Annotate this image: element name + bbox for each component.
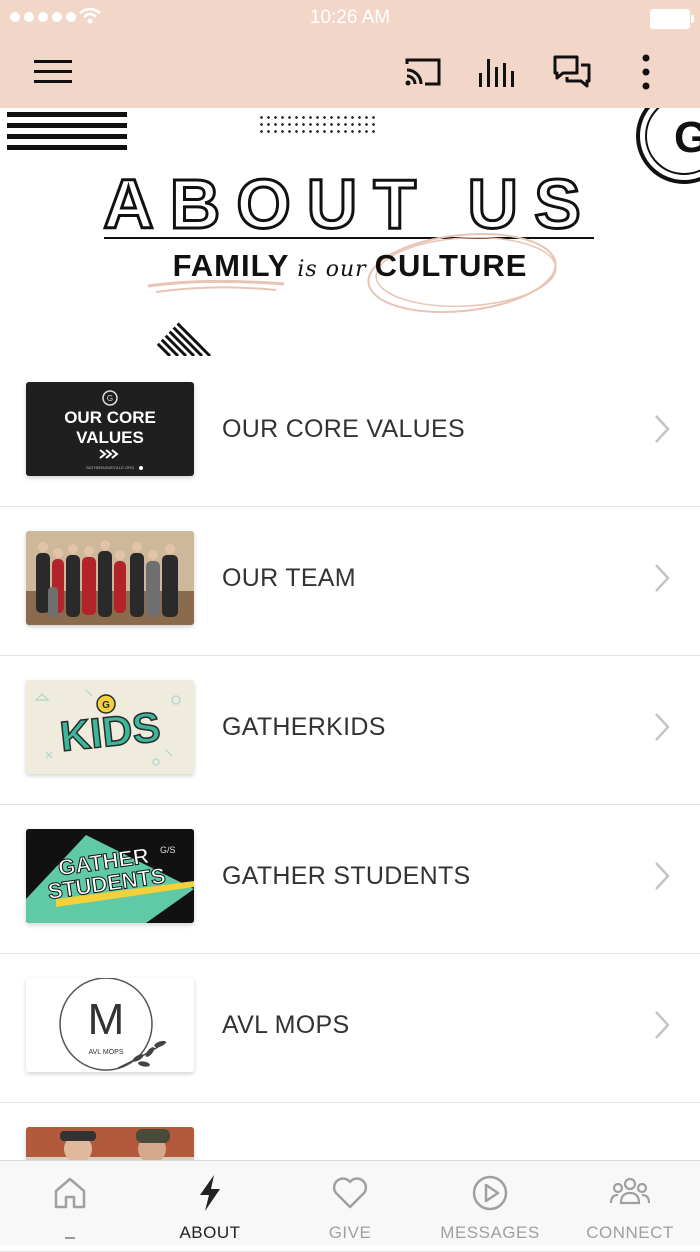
status-bar: 10:26 AM: [0, 0, 700, 36]
list-item-our-team[interactable]: OUR TEAM: [0, 507, 700, 656]
bottom-tab-bar: ABOUT GIVE MESSAGES CONNECT: [0, 1160, 700, 1245]
equalizer-icon: [479, 59, 514, 87]
chevron-right-icon: [655, 564, 670, 592]
bolt-icon: [200, 1175, 220, 1211]
subtitle-culture: CULTURE: [374, 248, 528, 283]
list-item-avl-mops[interactable]: M AVL MOPS AVL MOPS: [0, 954, 700, 1103]
chevron-right-icon: [655, 713, 670, 741]
tab-label: ABOUT: [179, 1223, 241, 1242]
list-item-label: OUR CORE VALUES: [222, 415, 465, 443]
svg-text:G/S: G/S: [160, 845, 176, 855]
svg-text:G: G: [107, 394, 113, 403]
gatherkids-thumbnail: KIDS G: [26, 680, 194, 774]
top-app-bar: [0, 36, 700, 108]
avl-mops-thumbnail: M AVL MOPS: [26, 978, 194, 1072]
tab-about[interactable]: ABOUT: [140, 1161, 280, 1245]
chevron-right-icon: [655, 415, 670, 443]
cast-icon: [405, 58, 441, 86]
decorative-stripes: [7, 112, 127, 156]
decorative-triangle: [146, 322, 212, 356]
tab-home[interactable]: [0, 1161, 140, 1245]
svg-text:AVL MOPS: AVL MOPS: [88, 1049, 123, 1056]
svg-text:OUR CORE: OUR CORE: [64, 408, 156, 427]
svg-text:GATHERASHEVILLE.ORG: GATHERASHEVILLE.ORG: [86, 465, 134, 470]
core-values-thumbnail: G OUR CORE VALUES GATHERASHEVILLE.ORG: [26, 382, 194, 476]
tab-messages[interactable]: MESSAGES: [420, 1161, 560, 1245]
tab-label: MESSAGES: [440, 1223, 540, 1242]
list-item-core-values[interactable]: G OUR CORE VALUES GATHERASHEVILLE.ORG OU…: [0, 358, 700, 507]
svg-text:M: M: [88, 995, 125, 1044]
list-item-label: AVL MOPS: [222, 1011, 350, 1039]
list-item-label: OUR TEAM: [222, 564, 356, 592]
team-photo-thumbnail: [26, 531, 194, 625]
home-icon: [54, 1177, 86, 1209]
chat-button[interactable]: [550, 52, 594, 92]
gather-students-thumbnail: GATHER STUDENTS G/S: [26, 829, 194, 923]
logo-letter: G: [674, 113, 700, 162]
subtitle-family: FAMILY: [172, 248, 290, 283]
play-circle-icon: [472, 1175, 508, 1211]
page-title: ABOUT US: [102, 164, 597, 245]
chevron-right-icon: [655, 862, 670, 890]
tab-connect[interactable]: CONNECT: [560, 1161, 700, 1245]
subtitle-script: is our: [297, 257, 367, 282]
chat-bubbles-icon: [553, 55, 591, 88]
about-list: G OUR CORE VALUES GATHERASHEVILLE.ORG OU…: [0, 358, 700, 1252]
decorative-dots: [258, 114, 378, 136]
battery-icon: [650, 9, 694, 29]
menu-button[interactable]: [31, 52, 75, 92]
people-icon: [610, 1177, 650, 1205]
status-time: 10:26 AM: [309, 7, 391, 28]
svg-text:G: G: [102, 700, 110, 711]
svg-text:VALUES: VALUES: [76, 428, 144, 447]
tab-label: GIVE: [328, 1223, 372, 1242]
list-item-gatherkids[interactable]: KIDS G GATHERKIDS: [0, 656, 700, 805]
tab-give[interactable]: GIVE: [280, 1161, 420, 1245]
list-item-gather-students[interactable]: GATHER STUDENTS G/S GATHER STUDENTS: [0, 805, 700, 954]
tab-label: CONNECT: [586, 1223, 674, 1242]
chevron-right-icon: [655, 1011, 670, 1039]
list-item-label: GATHERKIDS: [222, 713, 386, 741]
about-us-banner: G ABOUT US FAMILY is our CULTURE: [0, 108, 700, 358]
tab-indicator: [65, 1237, 75, 1239]
list-item-label: GATHER STUDENTS: [222, 862, 471, 890]
hamburger-icon: [34, 60, 72, 83]
page-subtitle: FAMILY is our CULTURE: [0, 248, 700, 284]
more-options-button[interactable]: [624, 52, 668, 92]
heart-icon: [332, 1177, 368, 1209]
more-vertical-icon: [642, 54, 650, 90]
cast-button[interactable]: [401, 52, 445, 92]
audio-button[interactable]: [475, 52, 519, 92]
